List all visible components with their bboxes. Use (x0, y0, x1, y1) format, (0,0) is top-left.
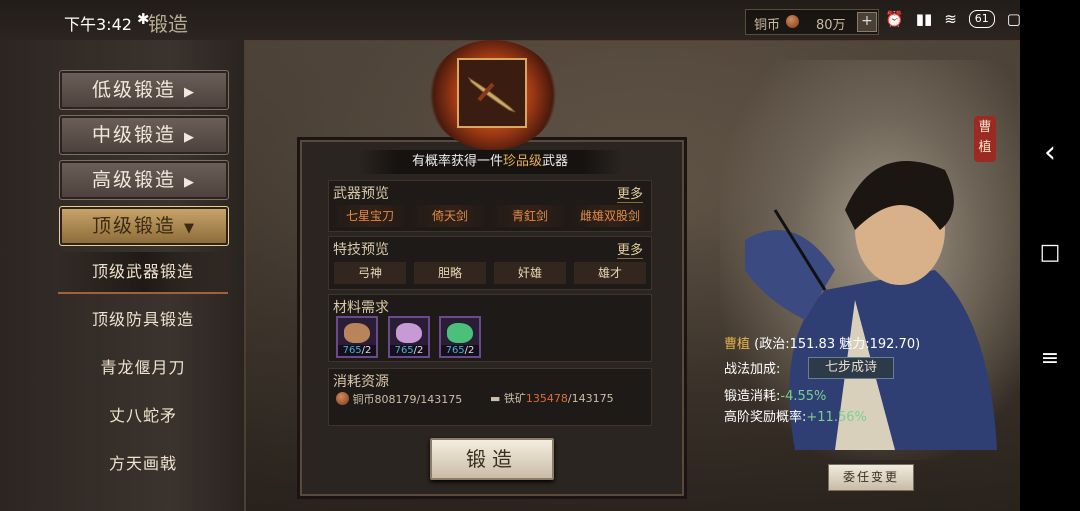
skill-item[interactable]: 胆略 (414, 262, 486, 284)
menu-label: 低级锻造 (91, 79, 176, 101)
section-title: 武器预览 (333, 186, 389, 202)
anvil-icon: ▬ (490, 392, 501, 405)
battery-icon: 61 (968, 10, 995, 28)
menu-top-forge[interactable]: 顶级锻造 ▼ (59, 206, 229, 246)
arrow-right-icon: ▶ (184, 130, 196, 145)
cost-label: 锻造消耗: (724, 389, 781, 404)
arrow-down-icon: ▼ (184, 221, 196, 236)
wifi-icon: ≋ (944, 10, 957, 28)
section-title: 特技预览 (333, 242, 389, 258)
menu-icon[interactable]: ≡ (1020, 346, 1080, 371)
section-title: 消耗资源 (333, 374, 389, 390)
submenu-item[interactable]: 青龙偃月刀 (58, 348, 228, 388)
assign-change-button[interactable]: 委任变更 (828, 464, 914, 491)
material-count: 765/2 (441, 345, 479, 356)
copper-cost: 铜币808179/143175 (336, 390, 462, 407)
sword-icon (467, 76, 516, 113)
skills-more-link[interactable]: 更多 (616, 239, 643, 259)
banner-suffix: 武器 (542, 154, 569, 169)
banner-prefix: 有概率获得一件 (411, 154, 503, 169)
arrow-right-icon: ▶ (184, 85, 196, 100)
material-slot[interactable]: 765/2 (388, 316, 430, 358)
submenu-item[interactable]: 丈八蛇矛 (58, 396, 228, 436)
material-slot[interactable]: 765/2 (439, 316, 481, 358)
material-count: 765/2 (390, 345, 428, 356)
weapon-item[interactable]: 青釭剑 (490, 205, 570, 227)
forge-button[interactable]: 锻造 (430, 438, 554, 480)
system-icons: ⏰ ▮▮ ≋ 61 ▢ (885, 10, 1021, 28)
crystal-icon (396, 323, 422, 343)
coin-icon (786, 15, 799, 28)
skill-item[interactable]: 奸雄 (494, 262, 566, 284)
menu-label: 顶级锻造 (91, 215, 176, 237)
hero-name-seal: 曹植 (974, 116, 996, 162)
tactic-label: 战法加成: (724, 362, 781, 377)
menu-label: 高级锻造 (91, 169, 176, 191)
hero-info: 曹植 (政治:151.83 魅力:192.70) 战法加成: 锻造消耗:-4.5… (724, 333, 1014, 425)
home-icon[interactable]: □ (1020, 240, 1080, 265)
forge-banner: 有概率获得一件珍品级武器 (358, 150, 622, 174)
currency-label: 铜币 (754, 18, 781, 33)
alarm-icon: ⏰ (885, 10, 904, 28)
submenu-item[interactable]: 方天画戟 (58, 444, 228, 484)
reward-label: 高阶奖励概率: (724, 410, 807, 425)
coin-icon (336, 392, 349, 405)
hero-name: 曹植 (724, 337, 751, 352)
iron-cost: ▬ 铁矿135478/143175 (490, 392, 614, 405)
status-bar: 下午3:42 锻造 ✱ 铜币 80万 + ⏰ ▮▮ ≋ 61 ▢ (0, 0, 1080, 41)
hero-stats: (政治:151.83 魅力:192.70) (754, 337, 921, 352)
menu-mid-forge[interactable]: 中级锻造 ▶ (59, 115, 229, 155)
status-time: 下午3:42 (64, 15, 132, 34)
currency-amount: 80万 (816, 18, 846, 33)
arrow-right-icon: ▶ (184, 175, 196, 190)
section-title: 材料需求 (333, 300, 389, 316)
navigation-bar: ‹ □ ≡ (1020, 0, 1080, 511)
jade-icon (447, 323, 473, 343)
bluetooth-icon: ✱ (137, 10, 150, 28)
skill-item[interactable]: 雄才 (574, 262, 646, 284)
tactic-badge[interactable]: 七步成诗 (808, 357, 894, 379)
screen-icon: ▢ (1006, 10, 1021, 28)
menu-label: 中级锻造 (91, 124, 176, 146)
weapon-item[interactable]: 倚天剑 (410, 205, 490, 227)
menu-low-forge[interactable]: 低级锻造 ▶ (59, 70, 229, 110)
copper-currency: 铜币 80万 + (745, 9, 879, 35)
ore-icon (344, 323, 370, 343)
material-slot[interactable]: 765/2 (336, 316, 378, 358)
weapons-more-link[interactable]: 更多 (616, 183, 643, 203)
material-count: 765/2 (338, 345, 376, 356)
weapon-item[interactable]: 雌雄双股剑 (570, 205, 650, 227)
back-icon[interactable]: ‹ (1020, 135, 1080, 170)
cost-value: -4.55% (780, 389, 827, 404)
banner-highlight: 珍品级 (502, 154, 542, 169)
add-currency-button[interactable]: + (857, 12, 877, 32)
reward-value: +11.56% (806, 410, 867, 425)
submenu-top-armor[interactable]: 顶级防具锻造 (58, 300, 228, 340)
signal-icon: ▮▮ (915, 10, 933, 28)
menu-high-forge[interactable]: 高级锻造 ▶ (59, 160, 229, 200)
skill-item[interactable]: 弓神 (334, 262, 406, 284)
weapon-preview[interactable] (457, 58, 527, 128)
submenu-top-weapon[interactable]: 顶级武器锻造 (58, 252, 228, 294)
page-title: 锻造 (148, 12, 188, 36)
weapon-item[interactable]: 七星宝刀 (330, 205, 410, 227)
